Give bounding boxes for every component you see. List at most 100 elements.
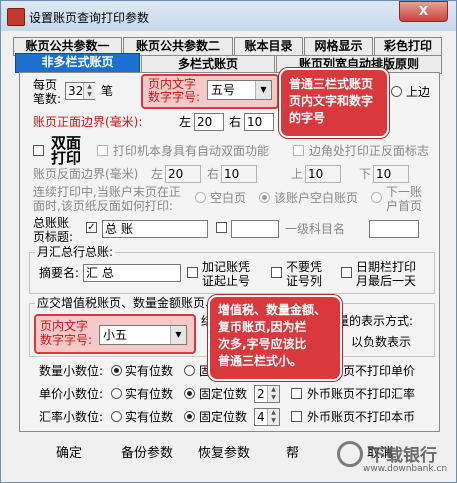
account-blank-label: 该账户空白账页: [274, 191, 359, 205]
front-right-input[interactable]: 10: [244, 113, 274, 131]
callout-top-line-1: 普通三栏式账页: [289, 77, 374, 91]
callout-bottom-line-3: 次多,字号应该比: [218, 337, 307, 351]
chevron-down-icon[interactable]: ▼: [255, 81, 271, 99]
edge-flag-checkbox[interactable]: [293, 145, 304, 156]
back-bottom-label: 下: [359, 167, 372, 181]
auto-duplex-label: 打印机本身具有自动双面功能: [113, 144, 270, 158]
no-rate-checkbox[interactable]: [291, 388, 302, 399]
back-top-input[interactable]: 10: [305, 165, 341, 183]
ledger-title-label-2: 页标题:: [33, 230, 74, 244]
voucher-mark-checkbox[interactable]: [187, 267, 198, 278]
ledger-title-checkbox[interactable]: ✓: [86, 222, 97, 233]
callout-bottom-line-2: 复币账页,因为栏: [218, 320, 307, 334]
monthly-summary-title: 月汇总行总账:: [35, 245, 116, 259]
next-account-radio[interactable]: [371, 192, 382, 203]
no-local-checkbox[interactable]: [291, 411, 302, 422]
tab-ledger-catalog[interactable]: 账本目录: [234, 37, 303, 56]
negative-label: 以负数表示: [351, 335, 412, 349]
rate-fixed-radio[interactable]: [184, 411, 195, 422]
ok-button[interactable]: 确定: [56, 445, 82, 463]
rate-digits-spinner[interactable]: ▲ ▼: [267, 409, 279, 425]
backup-params-button[interactable]: 备份参数: [121, 445, 173, 463]
top-edge-label: 上边: [406, 85, 431, 99]
no-rate-label: 外币账页不打印汇率: [307, 387, 416, 401]
font-size-label-2: 数字字号:: [148, 90, 201, 104]
back-left-label: 左: [151, 167, 164, 181]
callout-bottom-line-4: 普通三栏式小。: [218, 354, 303, 368]
help-button[interactable]: 帮: [286, 445, 299, 463]
price-digits-spinner[interactable]: ▲ ▼: [267, 386, 279, 402]
summary-name-input[interactable]: 汇 总: [83, 264, 181, 282]
continuous-label-1: 连续打印中,当账户末页在正: [33, 185, 181, 199]
price-actual-label: 实有位数: [125, 387, 174, 401]
voucher-mark-label-1: 加记账凭: [202, 260, 251, 274]
auto-duplex-checkbox[interactable]: [97, 145, 108, 156]
duplex-label-1: 双面: [51, 134, 82, 152]
level1-prefix-input[interactable]: [231, 220, 279, 238]
no-voucher-label-2: 证号列: [286, 274, 323, 288]
font-size-value: 五号: [211, 83, 236, 97]
level1-suffix-input[interactable]: [369, 220, 419, 238]
back-right-label: 右: [207, 167, 220, 181]
duplex-checkbox[interactable]: [33, 145, 44, 156]
front-right-label: 右: [229, 115, 242, 129]
duplex-label-2: 打印: [51, 149, 82, 167]
back-right-input[interactable]: 10: [221, 165, 257, 183]
next-account-label-2: 户首页: [386, 199, 423, 213]
tab-grid-display[interactable]: 网格显示: [304, 37, 373, 56]
title-bar: 设置账页查询打印参数 X: [1, 1, 456, 31]
level1-checkbox[interactable]: [216, 222, 227, 233]
ledger-title-input[interactable]: 总 账: [102, 220, 208, 238]
price-decimal-label: 单价小数位:: [39, 387, 104, 401]
app-icon: [7, 8, 25, 26]
level1-label: 一级科目名: [285, 222, 346, 236]
no-local-label: 外币账页不打印本币: [307, 410, 416, 424]
next-account-label-1: 下一账: [386, 185, 423, 199]
vat-font-select[interactable]: 小五 ▼: [99, 325, 187, 345]
ledger-title-label-1: 总账账: [33, 216, 70, 230]
front-margin-label: 账页正面边界(毫米):: [33, 115, 143, 129]
qty-fixed-radio[interactable]: [184, 365, 195, 376]
blank-page-label: 空白页: [210, 191, 247, 205]
chevron-down-icon[interactable]: ▼: [170, 326, 186, 344]
lines-label-1: 每页: [33, 78, 58, 92]
vat-font-label-2: 数字字号:: [40, 333, 93, 347]
no-voucher-checkbox[interactable]: [271, 267, 282, 278]
callout-top-line-2: 页内文字和数字: [289, 94, 374, 108]
close-button[interactable]: X: [399, 1, 448, 22]
tab-color-print[interactable]: 彩色打印: [374, 37, 442, 56]
date-print-checkbox[interactable]: [341, 267, 352, 278]
vat-font-value: 小五: [103, 328, 128, 342]
voucher-mark-label-2: 证起止号: [202, 274, 251, 288]
tab-non-multicolumn[interactable]: 非多栏式账页: [15, 53, 140, 73]
rate-actual-radio[interactable]: [111, 411, 122, 422]
no-voucher-label-1: 不要凭: [286, 260, 323, 274]
restore-params-button[interactable]: 恢复参数: [198, 445, 250, 463]
font-size-select[interactable]: 五号 ▼: [207, 80, 272, 100]
lines-unit: 笔: [101, 84, 114, 98]
back-bottom-input[interactable]: 10: [373, 165, 409, 183]
lines-spinner[interactable]: ▲ ▼: [83, 83, 95, 99]
continuous-label-2: 面时,该页纸反面如何打印:: [33, 199, 173, 213]
price-actual-radio[interactable]: [111, 388, 122, 399]
top-edge-radio[interactable]: [391, 86, 402, 97]
front-left-input[interactable]: 20: [194, 113, 224, 131]
edge-flag-label: 边角处打印正反面标志: [309, 144, 430, 158]
rate-actual-label: 实有位数: [125, 410, 174, 424]
vat-side-label-2: 量的表示方式:: [337, 314, 414, 328]
price-fixed-radio[interactable]: [184, 388, 195, 399]
lines-label-2: 笔数:: [33, 92, 62, 106]
callout-bottom: 增值税、数量金额、 复币账页,因为栏 次多,字号应该比 普通三栏式小。: [208, 295, 342, 381]
qty-actual-radio[interactable]: [111, 365, 122, 376]
callout-bottom-line-1: 增值税、数量金额、: [218, 303, 327, 317]
date-print-label-2: 月最后一天: [356, 274, 417, 288]
back-left-input[interactable]: 20: [165, 165, 201, 183]
summary-name-label: 摘要名:: [39, 266, 80, 280]
callout-top: 普通三栏式账页 页内文字和数字 的字号: [279, 68, 389, 138]
account-blank-radio[interactable]: [259, 192, 270, 203]
window-title: 设置账页查询打印参数: [29, 11, 150, 25]
blank-page-radio[interactable]: [195, 192, 206, 203]
date-print-label-1: 日期栏打印: [356, 260, 417, 274]
qty-decimal-label: 数量小数位:: [39, 364, 104, 378]
rate-decimal-label: 汇率小数位:: [39, 410, 104, 424]
